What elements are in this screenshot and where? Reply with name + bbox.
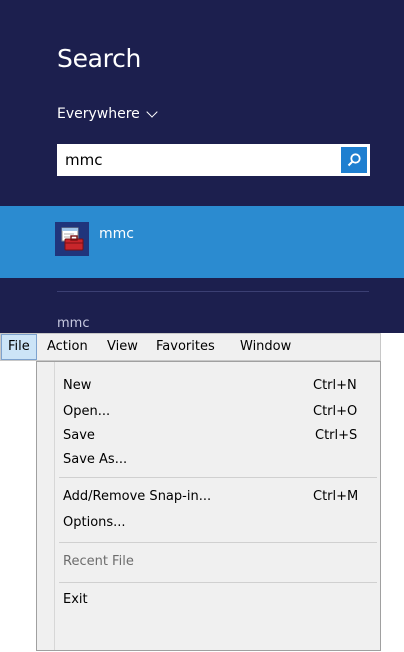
toolbox-icon [61,227,84,251]
menu-item-shortcut: Ctrl+M [313,489,359,504]
menu-item-add-remove-snap-in[interactable]: Add/Remove Snap-in... Ctrl+M [63,486,373,508]
search-input[interactable] [57,144,335,176]
search-title: Search [57,44,142,73]
menu-item-save[interactable]: Save Ctrl+S [63,425,373,447]
menu-item-label: New [63,378,92,393]
menu-view[interactable]: View [101,334,144,360]
menu-separator [59,477,377,478]
menu-item-label: Recent File [63,554,134,569]
menu-item-shortcut: Ctrl+S [315,428,358,443]
results-section-label: mmc [57,316,90,331]
menu-item-open[interactable]: Open... Ctrl+O [63,401,373,423]
menu-item-exit[interactable]: Exit [63,589,373,611]
menu-item-save-as[interactable]: Save As... [63,449,373,471]
app-tile[interactable] [55,222,89,256]
menu-item-options[interactable]: Options... [63,512,373,534]
search-scope-dropdown[interactable]: Everywhere [57,105,158,122]
menu-favorites[interactable]: Favorites [150,334,221,360]
menu-item-recent-file: Recent File [63,551,373,573]
menu-window[interactable]: Window [234,334,297,360]
search-result-label: mmc [99,226,134,242]
menu-gutter [54,362,55,650]
menu-item-label: Open... [63,404,111,419]
menu-item-label: Save As... [63,452,128,467]
magnifier-icon [347,153,361,167]
chevron-down-icon [146,105,158,118]
menu-bar: File Action View Favorites Window [0,333,381,361]
search-charm: Search Everywhere mmc mmc [0,0,404,333]
menu-item-shortcut: Ctrl+O [313,404,358,419]
search-scope-label: Everywhere [57,106,140,122]
file-menu-dropdown: New Ctrl+N Open... Ctrl+O Save Ctrl+S Sa… [36,361,381,651]
search-button[interactable] [341,147,367,173]
search-box [57,144,370,176]
divider [57,291,369,292]
menu-file[interactable]: File [1,334,37,360]
menu-separator [59,582,377,583]
menu-item-label: Add/Remove Snap-in... [63,489,212,504]
menu-item-new[interactable]: New Ctrl+N [63,375,373,397]
menu-item-label: Options... [63,515,126,530]
menu-item-shortcut: Ctrl+N [313,378,357,393]
menu-action[interactable]: Action [41,334,94,360]
menu-item-label: Exit [63,592,88,607]
menu-separator [59,542,377,543]
menu-item-label: Save [63,428,95,443]
